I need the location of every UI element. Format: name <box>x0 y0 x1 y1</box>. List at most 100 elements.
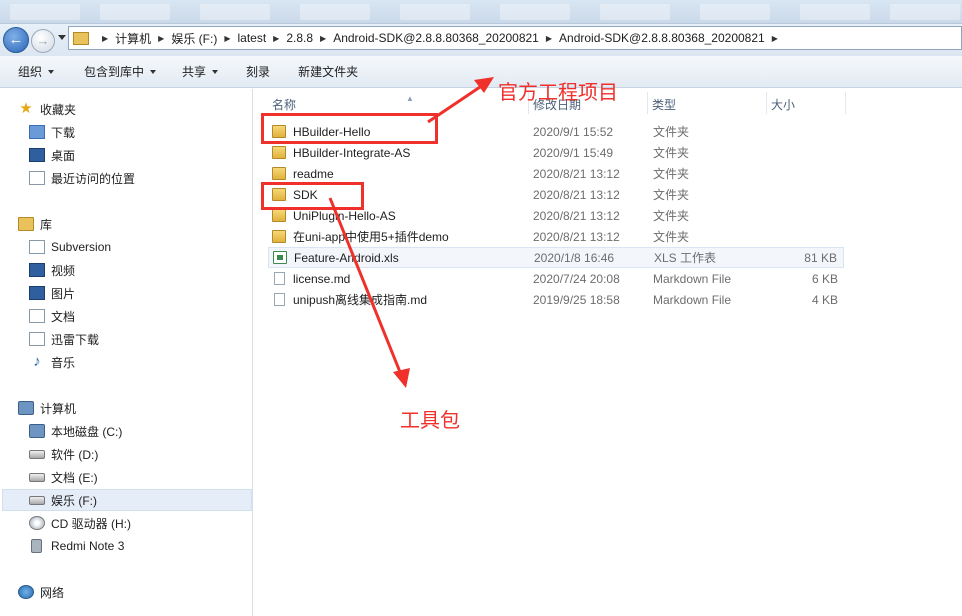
chevron-down-icon <box>48 69 55 74</box>
column-header-name[interactable]: 名称 ▲ <box>268 94 528 114</box>
nav-item-label: 娱乐 (F:) <box>51 493 97 508</box>
system-drive-icon <box>29 424 45 438</box>
file-modified: 2020/8/21 13:12 <box>533 166 620 181</box>
share-label: 共享 <box>182 65 207 79</box>
nav-item-drive-f[interactable]: 娱乐 (F:) <box>2 489 252 511</box>
nav-item-documents[interactable]: 文档 <box>29 305 75 327</box>
nav-libraries[interactable]: 库 <box>18 213 52 235</box>
markdown-file-icon <box>274 293 285 306</box>
picture-icon <box>29 286 45 300</box>
file-row-unipush-guide-md[interactable]: unipush离线集成指南.md 2019/9/25 18:58 Markdow… <box>268 289 844 310</box>
desktop-icon <box>29 148 45 162</box>
file-modified: 2020/8/21 13:12 <box>533 187 620 202</box>
file-row-uniapp-plugin-demo[interactable]: 在uni-app中使用5+插件demo 2020/8/21 13:12 文件夹 <box>268 226 844 247</box>
nav-item-label: CD 驱动器 (H:) <box>51 516 131 531</box>
file-type: 文件夹 <box>653 230 690 244</box>
nav-network[interactable]: 网络 <box>18 581 64 603</box>
sort-ascending-icon: ▲ <box>406 94 414 103</box>
address-bar[interactable]: ▶ 计算机 ▶ 娱乐 (F:) ▶ latest ▶ 2.8.8 ▶ Andro… <box>68 26 962 50</box>
nav-item-downloads[interactable]: 下载 <box>29 121 75 143</box>
library-icon <box>18 217 34 231</box>
nav-item-pictures[interactable]: 图片 <box>29 282 75 304</box>
column-divider[interactable] <box>845 92 846 114</box>
nav-item-label: 本地磁盘 (C:) <box>51 424 123 439</box>
chevron-right-icon[interactable]: ▶ <box>102 34 108 43</box>
nav-item-desktop[interactable]: 桌面 <box>29 144 75 166</box>
xls-file-icon <box>273 251 287 264</box>
nav-item-drive-d[interactable]: 软件 (D:) <box>29 443 98 465</box>
back-button[interactable]: ← <box>3 27 29 53</box>
tab-placeholder <box>500 4 570 20</box>
downloads-folder-icon <box>29 125 45 139</box>
nav-favorites[interactable]: ★ 收藏夹 <box>18 98 76 120</box>
video-icon <box>29 263 45 277</box>
chevron-right-icon[interactable]: ▶ <box>158 34 164 43</box>
file-type: 文件夹 <box>653 125 690 139</box>
tab-placeholder <box>800 4 870 20</box>
file-name: unipush离线集成指南.md <box>293 293 428 307</box>
tab-placeholder <box>10 4 80 20</box>
nav-item-music[interactable]: ♪ 音乐 <box>29 351 75 373</box>
file-modified: 2020/9/1 15:52 <box>533 124 614 139</box>
share-button[interactable]: 共享 <box>166 56 228 87</box>
column-header-type[interactable]: 类型 <box>648 94 766 114</box>
tab-placeholder <box>400 4 470 20</box>
nav-item-subversion[interactable]: Subversion <box>29 236 111 258</box>
file-row-feature-android-xls[interactable]: Feature-Android.xls 2020/1/8 16:46 XLS 工… <box>268 247 844 268</box>
new-folder-button[interactable]: 新建文件夹 <box>280 56 368 87</box>
tab-placeholder <box>890 4 960 20</box>
folder-icon <box>272 230 286 243</box>
breadcrumb-latest[interactable]: latest <box>237 31 266 45</box>
nav-item-label: Redmi Note 3 <box>51 539 125 553</box>
chevron-right-icon[interactable]: ▶ <box>273 34 279 43</box>
file-type: 文件夹 <box>653 167 690 181</box>
nav-favorites-label: 收藏夹 <box>40 102 77 117</box>
network-icon <box>18 585 34 599</box>
burn-label: 刻录 <box>246 65 271 79</box>
nav-item-label: 迅雷下载 <box>51 332 100 347</box>
file-size: 81 KB <box>804 250 837 265</box>
file-modified: 2020/8/21 13:12 <box>533 229 620 244</box>
hard-drive-icon <box>29 472 45 482</box>
nav-item-recent-places[interactable]: 最近访问的位置 <box>29 167 135 189</box>
file-type: XLS 工作表 <box>654 251 717 265</box>
chevron-right-icon[interactable]: ▶ <box>320 34 326 43</box>
new-folder-label: 新建文件夹 <box>298 65 359 79</box>
forward-button[interactable]: → <box>31 29 55 53</box>
nav-item-drive-c[interactable]: 本地磁盘 (C:) <box>29 420 122 442</box>
breadcrumb-sdk-archive[interactable]: Android-SDK@2.8.8.80368_20200821 <box>333 31 539 45</box>
computer-icon <box>18 401 34 415</box>
breadcrumb-computer[interactable]: 计算机 <box>115 30 151 47</box>
chevron-right-icon[interactable]: ▶ <box>546 34 552 43</box>
nav-item-label: 软件 (D:) <box>51 447 99 462</box>
nav-computer[interactable]: 计算机 <box>18 397 76 419</box>
nav-item-redmi-note-3[interactable]: Redmi Note 3 <box>29 535 124 557</box>
breadcrumb-version[interactable]: 2.8.8 <box>286 31 313 45</box>
nav-item-drive-e[interactable]: 文档 (E:) <box>29 466 98 488</box>
include-in-library-button[interactable]: 包含到库中 <box>64 56 166 87</box>
nav-item-cd-drive-h[interactable]: CD 驱动器 (H:) <box>29 512 131 534</box>
file-type: 文件夹 <box>653 209 690 223</box>
subversion-icon <box>29 240 45 254</box>
burn-button[interactable]: 刻录 <box>228 56 280 87</box>
nav-item-label: 文档 <box>51 309 76 324</box>
file-row-license-md[interactable]: license.md 2020/7/24 20:08 Markdown File… <box>268 268 844 289</box>
file-name: 在uni-app中使用5+插件demo <box>293 230 449 244</box>
breadcrumb-sdk-folder[interactable]: Android-SDK@2.8.8.80368_20200821 <box>559 31 765 45</box>
organize-button[interactable]: 组织 <box>0 56 64 87</box>
file-name: UniPlugin-Hello-AS <box>293 208 396 223</box>
nav-item-videos[interactable]: 视频 <box>29 259 75 281</box>
nav-item-thunder-downloads[interactable]: 迅雷下载 <box>29 328 99 350</box>
chevron-right-icon[interactable]: ▶ <box>772 34 778 43</box>
column-size-label: 大小 <box>771 97 796 112</box>
chevron-right-icon[interactable]: ▶ <box>224 34 230 43</box>
column-header-size[interactable]: 大小 <box>767 94 845 114</box>
tab-placeholder <box>600 4 670 20</box>
nav-item-label: 下载 <box>51 125 76 140</box>
file-row-readme[interactable]: readme 2020/8/21 13:12 文件夹 <box>268 163 844 184</box>
breadcrumb-drive-f[interactable]: 娱乐 (F:) <box>171 30 217 47</box>
file-row-hbuilder-integrate-as[interactable]: HBuilder-Integrate-AS 2020/9/1 15:49 文件夹 <box>268 142 844 163</box>
history-dropdown-icon[interactable] <box>58 35 66 40</box>
file-modified: 2020/1/8 16:46 <box>534 250 615 265</box>
file-modified: 2019/9/25 18:58 <box>533 292 620 307</box>
